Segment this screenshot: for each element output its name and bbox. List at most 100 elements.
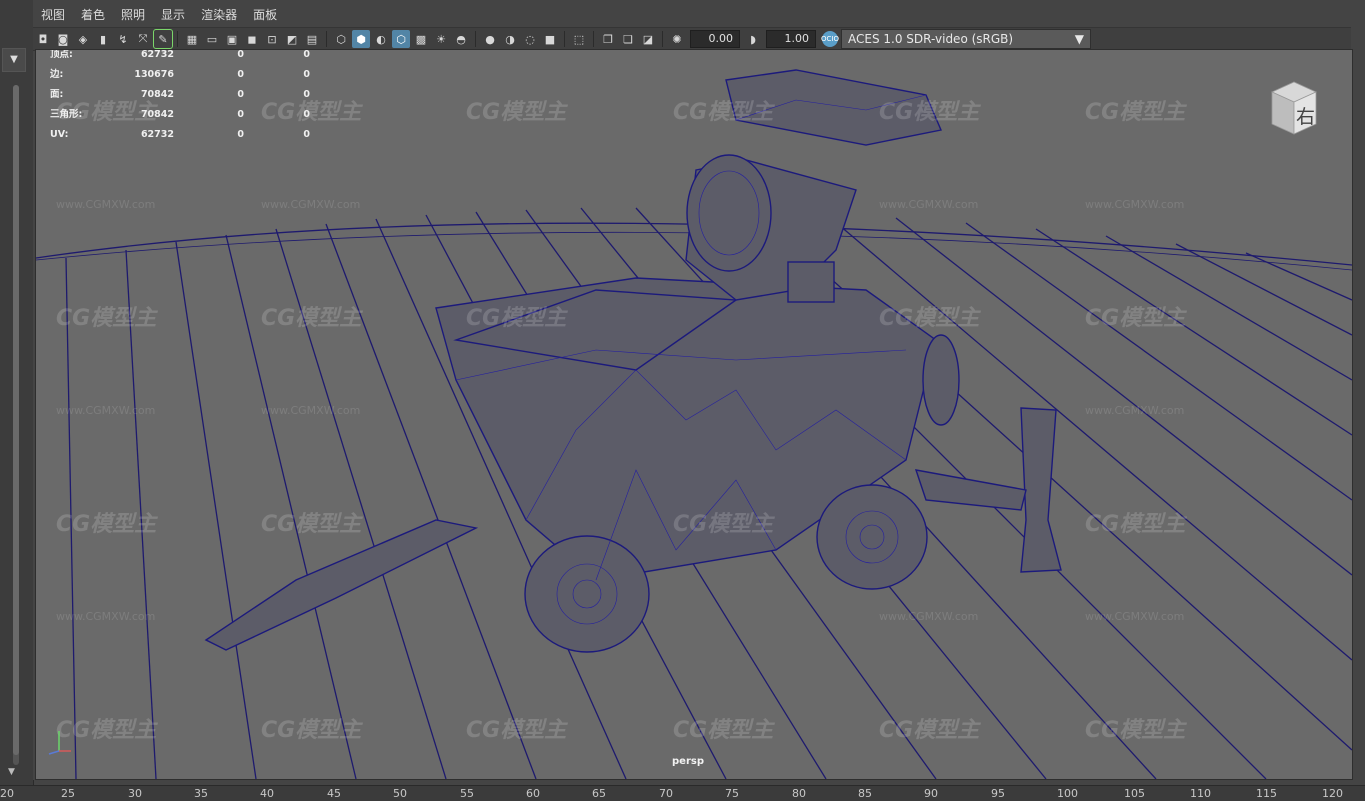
time-tick: 40 [260, 787, 274, 800]
color-space-value: ACES 1.0 SDR-video (sRGB) [848, 32, 1014, 46]
viewcube-face-label[interactable]: 右 [1296, 102, 1315, 129]
time-tick: 85 [858, 787, 872, 800]
stats-value: 0 [303, 69, 310, 80]
stats-value: 0 [303, 89, 310, 100]
3d-viewport[interactable]: CG模型主 CG模型主 CG模型主 CG模型主 CG模型主 CG模型主 CG模型… [35, 49, 1353, 780]
stats-row-vertices: 顶点: 62732 0 0 [50, 50, 310, 70]
stats-value: 0 [237, 69, 244, 80]
stats-row-uvs: UV: 62732 0 0 [50, 130, 310, 150]
time-tick: 35 [194, 787, 208, 800]
use-all-lights-icon[interactable]: ☀ [432, 30, 450, 48]
wireframe-icon[interactable]: ⬡ [332, 30, 350, 48]
stats-value: 0 [303, 49, 310, 60]
wireframe-on-shaded-icon[interactable]: ⬡ [392, 30, 410, 48]
time-tick: 60 [526, 787, 540, 800]
stats-value: 70842 [140, 109, 174, 120]
time-tick: 55 [460, 787, 474, 800]
xray-icon[interactable]: ❐ [599, 30, 617, 48]
stats-row-triangles: 三角形: 70842 0 0 [50, 110, 310, 130]
stats-value: 0 [237, 89, 244, 100]
stats-row-faces: 面: 70842 0 0 [50, 90, 310, 110]
depth-of-field-icon[interactable]: ■ [541, 30, 559, 48]
stats-label: UV: [50, 129, 69, 140]
time-slider[interactable]: 20 25 30 35 40 45 50 55 60 65 70 75 80 8… [0, 785, 1365, 801]
collapse-arrow-icon[interactable]: ▼ [2, 48, 26, 72]
axis-gizmo [48, 731, 71, 755]
isolate-select-icon[interactable]: ⬚ [570, 30, 588, 48]
scroll-down-icon[interactable]: ▼ [8, 767, 15, 777]
smooth-shade-icon[interactable]: ⬢ [352, 30, 370, 48]
resolution-gate-icon[interactable]: ▣ [223, 30, 241, 48]
film-gate-icon[interactable]: ▭ [203, 30, 221, 48]
scrollbar-thumb[interactable] [13, 85, 19, 755]
stats-label: 顶点: [50, 49, 73, 60]
xray-joints-icon[interactable]: ◪ [639, 30, 657, 48]
time-tick: 120 [1322, 787, 1343, 800]
menu-lighting[interactable]: 照明 [113, 4, 153, 26]
poly-count-hud: 顶点: 62732 0 0 边: 130676 0 0 面: 70842 0 0… [50, 50, 310, 150]
grid-icon[interactable]: ▦ [183, 30, 201, 48]
stats-value: 62732 [140, 49, 174, 60]
textured-icon[interactable]: ▩ [412, 30, 430, 48]
stats-label: 面: [50, 89, 64, 100]
camera-name: persp [672, 756, 704, 767]
stats-value: 0 [237, 49, 244, 60]
stats-value: 130676 [134, 69, 174, 80]
time-tick: 20 [0, 787, 14, 800]
time-tick: 70 [659, 787, 673, 800]
menu-panels[interactable]: 面板 [245, 4, 285, 26]
gamma-icon[interactable]: ◗ [744, 30, 762, 48]
left-tool-strip: ▼ ▼ [0, 0, 34, 800]
exposure-icon[interactable]: ✺ [668, 30, 686, 48]
xray-active-components-icon[interactable]: ❏ [619, 30, 637, 48]
time-tick: 30 [128, 787, 142, 800]
time-tick: 105 [1124, 787, 1145, 800]
menu-shading[interactable]: 着色 [73, 4, 113, 26]
safe-title-icon[interactable]: ▤ [303, 30, 321, 48]
menu-view[interactable]: 视图 [33, 4, 73, 26]
shadows-icon[interactable]: ◓ [452, 30, 470, 48]
stats-value: 62732 [140, 129, 174, 140]
chevron-down-icon: ▼ [1074, 32, 1084, 46]
stats-label: 边: [50, 69, 64, 80]
time-tick: 90 [924, 787, 938, 800]
stats-row-edges: 边: 130676 0 0 [50, 70, 310, 90]
time-tick: 95 [991, 787, 1005, 800]
stats-value: 0 [237, 129, 244, 140]
scene-wireframe [36, 69, 1352, 779]
time-tick: 100 [1057, 787, 1078, 800]
menu-show[interactable]: 显示 [153, 4, 193, 26]
time-tick: 50 [393, 787, 407, 800]
time-tick: 25 [61, 787, 75, 800]
stats-value: 0 [303, 129, 310, 140]
anti-aliasing-icon[interactable]: ◌ [521, 30, 539, 48]
default-material-icon[interactable]: ◐ [372, 30, 390, 48]
time-tick: 80 [792, 787, 806, 800]
stats-value: 0 [237, 109, 244, 120]
safe-action-icon[interactable]: ◩ [283, 30, 301, 48]
gate-mask-icon[interactable]: ◼ [243, 30, 261, 48]
stats-value: 0 [303, 109, 310, 120]
grease-pencil-icon[interactable]: ⤧ [134, 30, 152, 48]
select-camera-icon[interactable]: ◘ [34, 30, 52, 48]
image-plane-icon[interactable]: ▮ [94, 30, 112, 48]
2d-pan-zoom-icon[interactable]: ↯ [114, 30, 132, 48]
camera-attributes-icon[interactable]: ◙ [54, 30, 72, 48]
gamma-field[interactable]: 1.00 [766, 30, 816, 48]
exposure-field[interactable]: 0.00 [690, 30, 740, 48]
bookmark-icon[interactable]: ◈ [74, 30, 92, 48]
time-tick: 75 [725, 787, 739, 800]
stats-value: 70842 [140, 89, 174, 100]
field-chart-icon[interactable]: ⊡ [263, 30, 281, 48]
time-tick: 110 [1190, 787, 1211, 800]
panel-toolbar: ◘ ◙ ◈ ▮ ↯ ⤧ ✎ ▦ ▭ ▣ ◼ ⊡ ◩ ▤ ⬡ ⬢ ◐ ⬡ ▩ ☀ … [33, 27, 1351, 51]
panel-menubar: 视图 着色 照明 显示 渲染器 面板 [33, 4, 285, 26]
menu-renderer[interactable]: 渲染器 [193, 4, 245, 26]
motion-blur-icon[interactable]: ◑ [501, 30, 519, 48]
screen-space-ao-icon[interactable]: ● [481, 30, 499, 48]
viewport-panel: 视图 着色 照明 显示 渲染器 面板 ◘ ◙ ◈ ▮ ↯ ⤧ ✎ ▦ ▭ ▣ ◼… [33, 0, 1353, 780]
pencil-icon[interactable]: ✎ [153, 29, 173, 49]
color-management-icon[interactable]: OCIO [821, 31, 839, 47]
stats-label: 三角形: [50, 109, 83, 120]
color-space-dropdown[interactable]: ACES 1.0 SDR-video (sRGB) ▼ [841, 29, 1091, 49]
